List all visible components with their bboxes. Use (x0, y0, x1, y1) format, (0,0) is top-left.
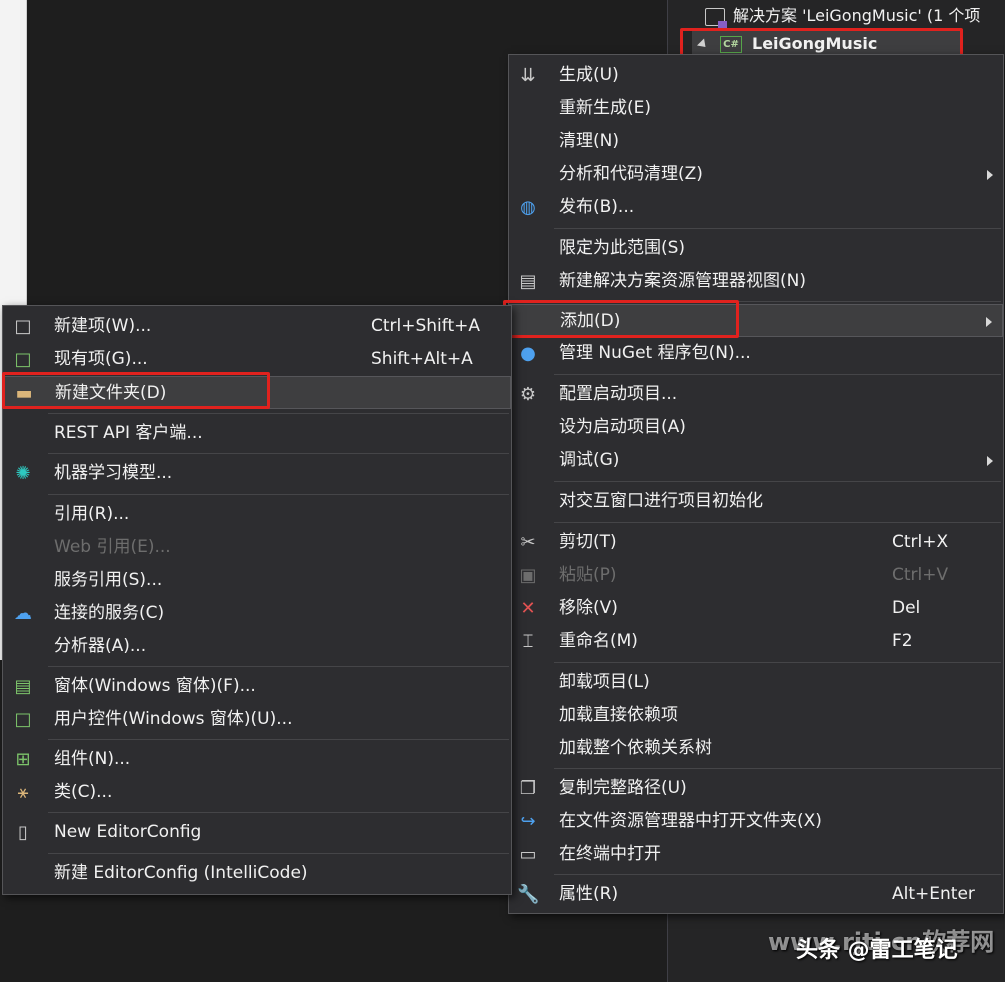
separator (554, 522, 1001, 523)
menu-item-load-dep-tree[interactable]: 加载整个依赖关系树 (509, 732, 1003, 765)
menu-item-open-in-explorer[interactable]: ↪ 在文件资源管理器中打开文件夹(X) (509, 805, 1003, 838)
submenu-item-connected-service[interactable]: ☁ 连接的服务(C) (3, 597, 511, 630)
submenu-item-new-item[interactable]: □ 新建项(W)... Ctrl+Shift+A (3, 310, 511, 343)
menu-item-rebuild[interactable]: 重新生成(E) (509, 92, 1003, 125)
separator (48, 812, 509, 813)
open-folder-icon: ↪ (520, 811, 536, 832)
menu-item-debug[interactable]: 调试(G) (509, 444, 1003, 477)
menu-item-cut[interactable]: ✂ 剪切(T) Ctrl+X (509, 526, 1003, 559)
build-icon: ⇊ (520, 65, 536, 86)
separator (48, 666, 509, 667)
connected-service-icon: ☁ (14, 603, 32, 624)
separator (554, 228, 1001, 229)
separator (48, 413, 509, 414)
menu-item-load-direct-deps[interactable]: 加载直接依赖项 (509, 699, 1003, 732)
menu-item-clean[interactable]: 清理(N) (509, 125, 1003, 158)
component-icon: ⊞ (15, 749, 31, 770)
globe-icon: ◍ (520, 197, 536, 218)
menu-item-unload[interactable]: 卸载项目(L) (509, 666, 1003, 699)
separator (554, 768, 1001, 769)
class-icon: ⚹ (17, 782, 29, 803)
submenu-arrow-icon (987, 456, 993, 466)
user-control-icon: □ (14, 709, 32, 730)
submenu-item-service-reference[interactable]: 服务引用(S)... (3, 564, 511, 597)
menu-item-analyze[interactable]: 分析和代码清理(Z) (509, 158, 1003, 191)
existing-item-icon: □ (14, 349, 32, 370)
submenu-item-component[interactable]: ⊞ 组件(N)... (3, 743, 511, 776)
menu-item-open-in-terminal[interactable]: ▭ 在终端中打开 (509, 838, 1003, 871)
separator (554, 374, 1001, 375)
separator (48, 739, 509, 740)
ml-model-icon: ✺ (15, 463, 31, 484)
separator (48, 494, 509, 495)
separator (554, 662, 1001, 663)
menu-item-publish[interactable]: ◍ 发布(B)... (509, 191, 1003, 224)
menu-item-properties[interactable]: 🔧 属性(R) Alt+Enter (509, 878, 1003, 911)
solution-icon (705, 7, 727, 28)
submenu-item-web-reference: Web 引用(E)... (54, 537, 171, 557)
submenu-item-ml-model[interactable]: ✺ 机器学习模型... (3, 457, 511, 490)
menu-item-rename[interactable]: ⌶ 重命名(M) F2 (509, 625, 1003, 658)
submenu-arrow-icon (987, 170, 993, 180)
file-icon: ▯ (18, 822, 28, 843)
menu-item-set-startup[interactable]: 设为启动项目(A) (509, 411, 1003, 444)
submenu-arrow-icon (986, 317, 992, 327)
new-item-icon: □ (14, 316, 32, 337)
paste-icon: ▣ (519, 565, 537, 586)
wrench-icon: 🔧 (517, 884, 540, 905)
remove-icon: ✕ (520, 598, 536, 619)
terminal-icon: ▭ (519, 844, 537, 865)
separator (48, 853, 509, 854)
submenu-item-new-editorconfig[interactable]: ▯ New EditorConfig (3, 816, 511, 849)
menu-item-paste: ▣ 粘贴(P) Ctrl+V (509, 559, 1003, 592)
watermark-author: 头条 @雷工笔记 (796, 938, 958, 963)
submenu-item-reference[interactable]: 引用(R)... (3, 498, 511, 531)
separator (48, 453, 509, 454)
project-context-menu: ⇊ 生成(U) 重新生成(E) 清理(N) 分析和代码清理(Z) ◍ 发布(B)..… (508, 54, 1004, 914)
submenu-item-class[interactable]: ⚹ 类(C)... (3, 776, 511, 809)
nuget-icon: ● (520, 343, 536, 364)
submenu-item-user-control[interactable]: □ 用户控件(Windows 窗体)(U)... (3, 703, 511, 736)
menu-item-remove[interactable]: ✕ 移除(V) Del (509, 592, 1003, 625)
submenu-item-editorconfig-intellicode[interactable]: 新建 EditorConfig (IntelliCode) (3, 857, 511, 890)
gear-icon: ⚙ (519, 384, 537, 405)
highlight-add (503, 300, 739, 338)
solution-node[interactable]: 解决方案 'LeiGongMusic' (1 个项 (705, 3, 980, 29)
submenu-item-rest-api[interactable]: REST API 客户端... (3, 417, 511, 450)
separator (554, 481, 1001, 482)
menu-item-build[interactable]: ⇊ 生成(U) (509, 59, 1003, 92)
copy-icon: ❐ (519, 778, 537, 799)
scissors-icon: ✂ (520, 532, 536, 553)
menu-item-copy-path[interactable]: ❐ 复制完整路径(U) (509, 772, 1003, 805)
separator (554, 874, 1001, 875)
new-view-icon: ▤ (519, 271, 537, 292)
menu-item-nuget[interactable]: ● 管理 NuGet 程序包(N)... (509, 337, 1003, 370)
menu-item-interactive-init[interactable]: 对交互窗口进行项目初始化 (509, 485, 1003, 518)
menu-item-scope[interactable]: 限定为此范围(S) (509, 232, 1003, 265)
menu-item-configure-startup[interactable]: ⚙ 配置启动项目... (509, 378, 1003, 411)
rename-icon: ⌶ (522, 631, 534, 652)
highlight-new-folder (2, 372, 270, 409)
submenu-item-analyzer[interactable]: 分析器(A)... (3, 630, 511, 663)
menu-item-new-view[interactable]: ▤ 新建解决方案资源管理器视图(N) (509, 265, 1003, 298)
solution-label: 解决方案 'LeiGongMusic' (1 个项 (733, 6, 981, 25)
form-icon: ▤ (14, 676, 32, 697)
submenu-item-form[interactable]: ▤ 窗体(Windows 窗体)(F)... (3, 670, 511, 703)
